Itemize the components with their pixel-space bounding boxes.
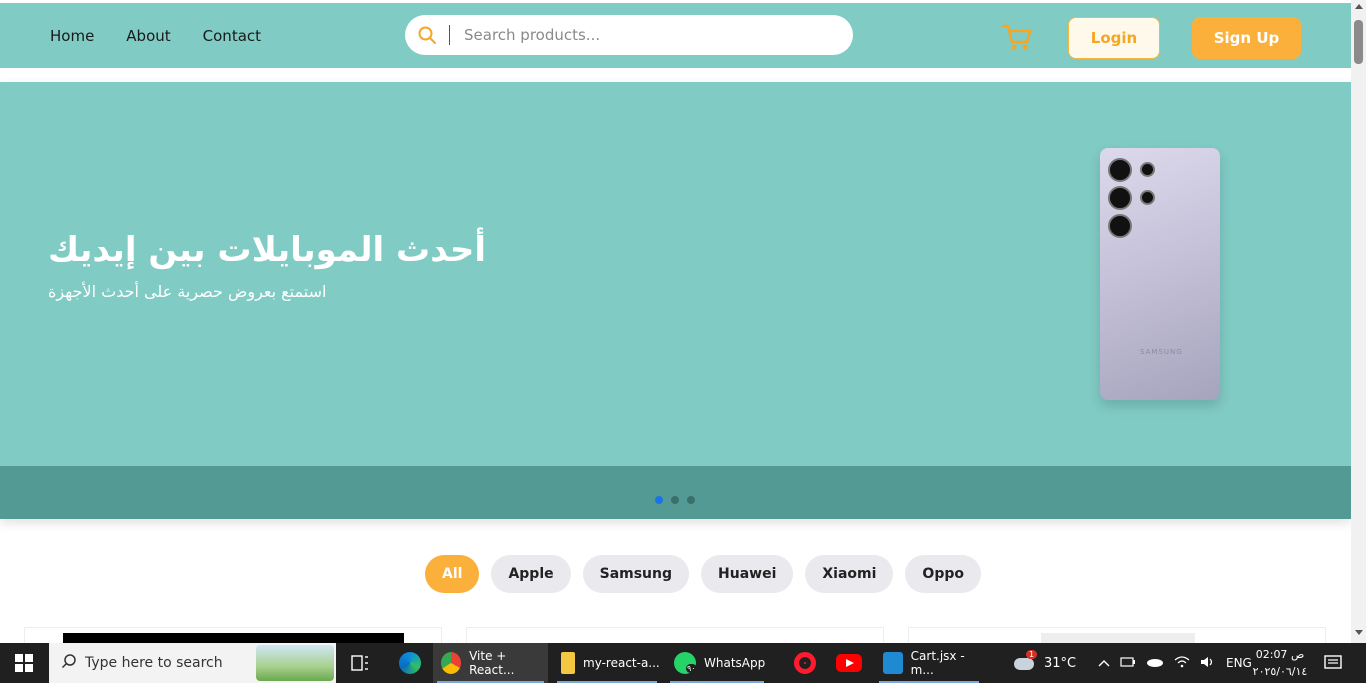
chevron-up-icon[interactable] [1098, 656, 1110, 670]
taskbar-search-text: Type here to search [85, 655, 223, 671]
vscode-icon [883, 652, 903, 674]
camera-lens-icon [1108, 186, 1132, 210]
weather-cloud-icon: 1 [1012, 650, 1038, 674]
camera-lens-icon [1108, 214, 1132, 238]
taskbar-app-whatsapp[interactable]: ٩٠ WhatsApp [666, 643, 768, 683]
filter-all-chip[interactable]: All [425, 555, 480, 593]
search-bar [405, 15, 853, 55]
carousel-dots [655, 496, 695, 504]
clock-date: ٢٠٢٥/٠٦/١٤ [1252, 665, 1308, 678]
volume-icon[interactable] [1200, 656, 1216, 671]
filter-xiaomi-chip[interactable]: Xiaomi [805, 555, 894, 593]
filter-oppo-chip[interactable]: Oppo [905, 555, 981, 593]
chrome-icon [441, 652, 462, 674]
task-view-icon[interactable] [344, 643, 376, 683]
search-icon[interactable] [405, 15, 449, 55]
signup-button[interactable]: Sign Up [1192, 17, 1301, 59]
weather-widget[interactable]: 1 31°C [1012, 643, 1076, 683]
taskbar-app-explorer[interactable]: my-react-a... [553, 643, 661, 683]
camera-lens-icon [1140, 190, 1155, 205]
hero-footer-bar [0, 466, 1351, 519]
search-input[interactable] [464, 17, 853, 53]
camera-lens-icon [1140, 162, 1155, 177]
taskbar-app-vscode[interactable]: Cart.jsx - m... [875, 643, 983, 683]
nav-contact-link[interactable]: Contact [203, 27, 261, 45]
search-highlight-image [256, 645, 334, 681]
page: Home About Contact Login Sign Up أحدث ال… [0, 0, 1366, 683]
site-header: Home About Contact Login Sign Up [0, 3, 1351, 68]
phone-image: SAMSUNG [1100, 148, 1220, 400]
weather-badge: 1 [1026, 650, 1038, 659]
filter-samsung-chip[interactable]: Samsung [582, 555, 690, 593]
hero-subtitle: استمتع بعروض حصرية على أحدث الأجهزة [48, 282, 327, 301]
notification-icon[interactable] [1322, 643, 1344, 683]
edge-icon[interactable] [392, 643, 428, 683]
search-divider [449, 25, 450, 45]
taskbar-app-label: WhatsApp [704, 656, 766, 670]
folder-icon [561, 652, 575, 674]
nav-about-link[interactable]: About [126, 27, 170, 45]
scroll-up-arrow-icon[interactable] [1355, 4, 1363, 9]
hero-title: أحدث الموبايلات بين إيديك [48, 230, 487, 270]
weather-temp: 31°C [1044, 655, 1077, 671]
clock-time: 02:07 ص [1255, 648, 1305, 661]
scroll-down-arrow-icon[interactable] [1355, 630, 1363, 635]
search-icon [61, 653, 77, 673]
carousel-dot[interactable] [687, 496, 695, 504]
page-scrollbar[interactable] [1351, 0, 1366, 643]
taskbar-app-chrome[interactable]: Vite + React... [433, 643, 548, 683]
filter-apple-chip[interactable]: Apple [491, 555, 571, 593]
main-nav: Home About Contact [50, 3, 261, 68]
nav-home-link[interactable]: Home [50, 27, 94, 45]
whatsapp-icon: ٩٠ [674, 652, 697, 674]
taskbar-app-label: Cart.jsx - m... [910, 649, 965, 677]
filter-huawei-chip[interactable]: Huawei [701, 555, 794, 593]
camera-lens-icon [1108, 158, 1132, 182]
cart-icon[interactable] [1000, 21, 1034, 53]
opera-icon[interactable] [786, 643, 824, 683]
battery-icon[interactable] [1120, 656, 1136, 671]
taskbar-app-label: Vite + React... [469, 649, 515, 677]
whatsapp-badge: ٩٠ [686, 664, 697, 673]
login-button[interactable]: Login [1068, 17, 1160, 59]
windows-start-icon[interactable] [0, 643, 48, 683]
carousel-dot[interactable] [671, 496, 679, 504]
taskbar-search[interactable]: Type here to search [49, 643, 336, 683]
hero-banner: أحدث الموبايلات بين إيديك استمتع بعروض ح… [0, 82, 1351, 519]
language-indicator[interactable]: ENG [1226, 656, 1252, 670]
system-tray: ENG [1098, 643, 1252, 683]
windows-taskbar: Type here to search Vite + React... my-r… [0, 643, 1366, 683]
taskbar-app-label: my-react-a... [583, 656, 660, 670]
onedrive-cloud-icon[interactable] [1146, 656, 1164, 670]
brand-filters: All Apple Samsung Huawei Xiaomi Oppo [425, 555, 981, 593]
taskbar-clock[interactable]: 02:07 ص ٢٠٢٥/٠٦/١٤ [1250, 646, 1310, 680]
phone-brand-label: SAMSUNG [1140, 348, 1183, 356]
scroll-thumb[interactable] [1354, 20, 1363, 64]
carousel-dot[interactable] [655, 496, 663, 504]
wifi-icon[interactable] [1174, 655, 1190, 671]
youtube-icon[interactable] [830, 643, 868, 683]
